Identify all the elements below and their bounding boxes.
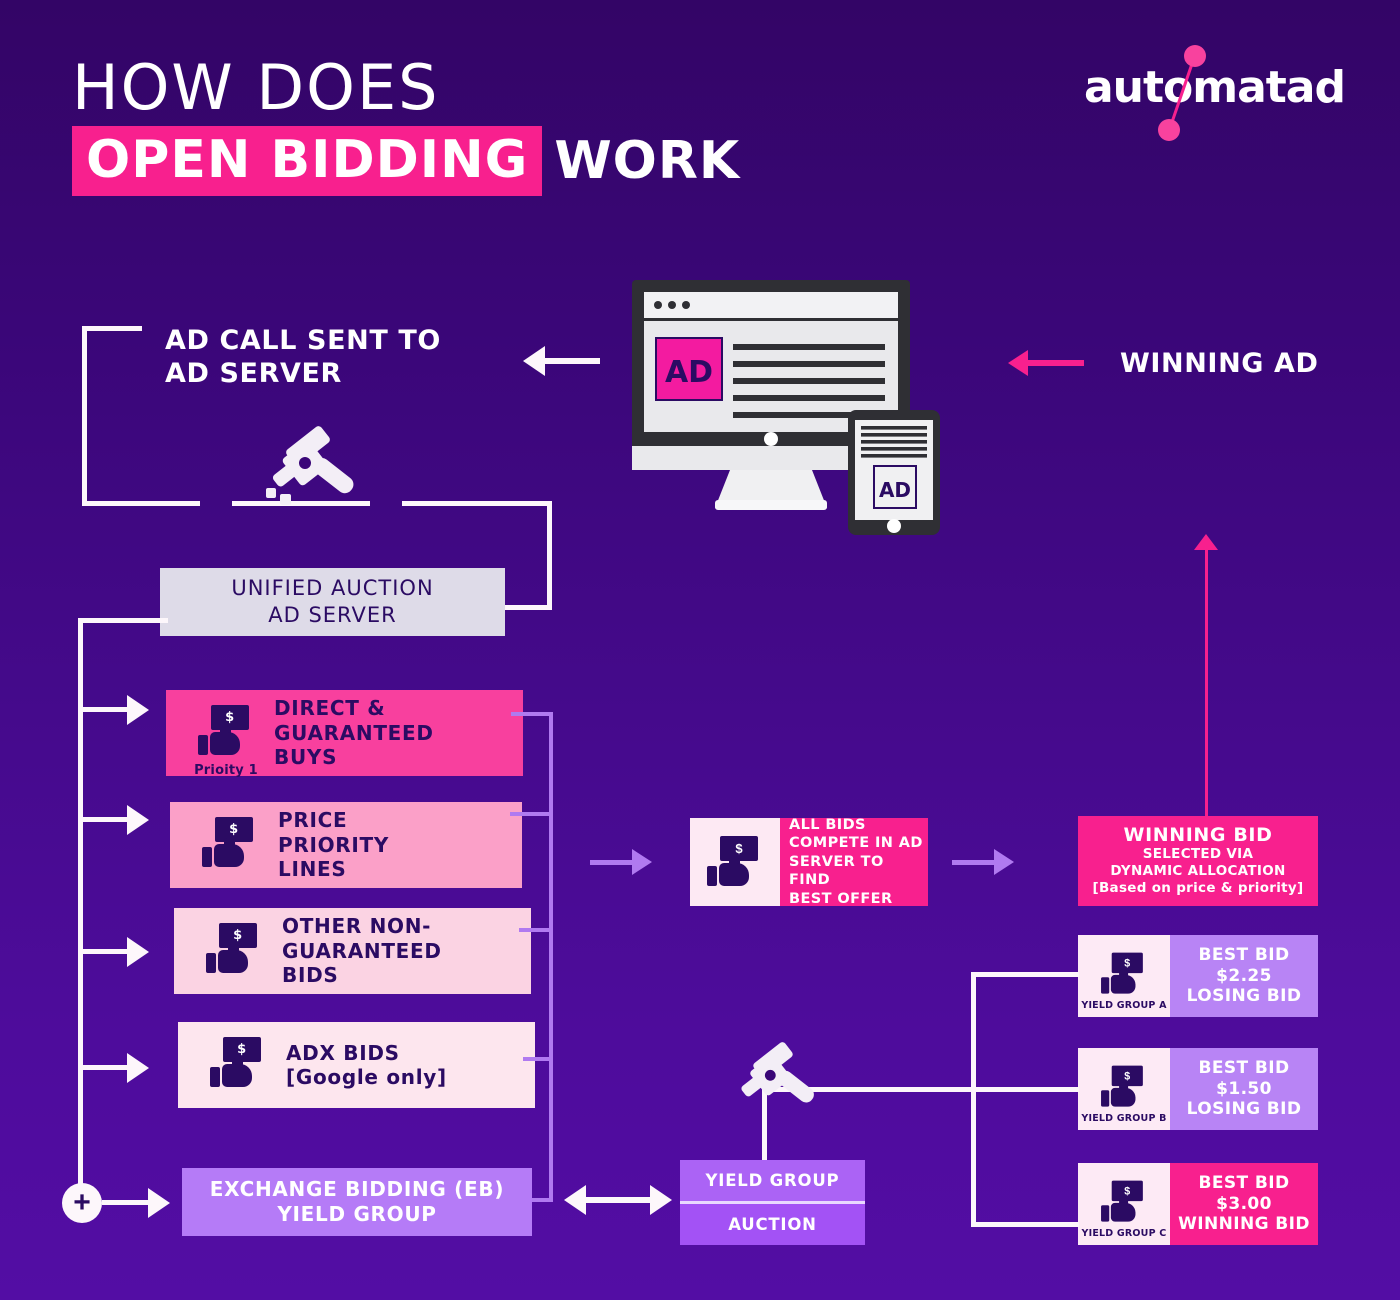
bus-top-horizontal — [78, 618, 168, 623]
infographic-canvas: HOW DOES OPEN BIDDING WORK automatad AD … — [0, 0, 1400, 1300]
compete-out-line — [952, 860, 996, 865]
money-hand-icon: $ YIELD GROUP A — [1078, 935, 1170, 1017]
all-bids-compete-box[interactable]: $ ALL BIDS COMPETE IN AD SERVER TO FIND … — [690, 817, 928, 907]
title-rest: WORK — [554, 131, 741, 192]
compete-in-line — [590, 860, 634, 865]
yield-group-label: YIELD GROUP A — [1081, 1000, 1167, 1011]
eb-line-1: EXCHANGE BIDDING (EB) — [209, 1177, 505, 1201]
branch-arrow-4 — [127, 1053, 149, 1083]
priority-box-adx-bids[interactable]: $ ADX BIDS [Google only] — [178, 1022, 535, 1108]
page-title: HOW DOES OPEN BIDDING WORK — [72, 51, 741, 197]
eb-line-2: YIELD GROUP — [277, 1202, 437, 1226]
title-highlight: OPEN BIDDING — [72, 126, 543, 197]
gavel-icon — [741, 1042, 814, 1103]
unified-auction-line-1: UNIFIED AUCTION — [231, 576, 434, 601]
plus-junction: + — [62, 1183, 102, 1223]
exchange-bidding-box[interactable]: EXCHANGE BIDDING (EB) YIELD GROUP — [182, 1168, 532, 1236]
yield-group-row-c[interactable]: $ YIELD GROUP C BEST BID $3.00 WINNING B… — [1078, 1163, 1318, 1245]
money-hand-icon: $ — [190, 1036, 286, 1094]
adcall-to-unified-vertical — [547, 501, 552, 609]
yield-group-result: BEST BID $2.25 LOSING BID — [1170, 935, 1318, 1017]
compete-out-arrow — [994, 849, 1014, 875]
ad-call-label: AD CALL SENT TO AD SERVER — [165, 325, 441, 389]
collector-stub-3 — [519, 928, 553, 932]
yg-stub-c — [971, 1222, 1079, 1227]
branch-arrow-3 — [127, 937, 149, 967]
priority-box-other-non-guaranteed-bids[interactable]: $ OTHER NON- GUARANTEED BIDS — [174, 908, 531, 994]
title-line-1: HOW DOES — [72, 51, 440, 124]
plus-to-eb-line — [102, 1200, 150, 1205]
yield-group-auction-subtitle: AUCTION — [680, 1201, 865, 1245]
yield-group-auction-box[interactable]: YIELD GROUP AUCTION — [680, 1160, 865, 1245]
yg-collector-vertical — [971, 972, 976, 1227]
branch-arrow-2 — [127, 805, 149, 835]
priority-box-label: OTHER NON- GUARANTEED BIDS — [282, 914, 442, 988]
collector-stub-2 — [510, 812, 553, 816]
eb-collector-tie — [549, 1198, 553, 1202]
branch-line-1 — [83, 707, 131, 712]
compete-box-label: ALL BIDS COMPETE IN AD SERVER TO FIND BE… — [780, 817, 928, 907]
collector-vertical — [549, 712, 553, 1202]
priority-sublabel: Prioity 1 — [194, 762, 258, 778]
compete-in-arrow — [632, 849, 652, 875]
money-hand-icon: $ YIELD GROUP C — [1078, 1163, 1170, 1245]
winning-ad-arrow-head — [1008, 350, 1028, 376]
svg-text:AD: AD — [665, 355, 713, 390]
winning-bid-line-3: DYNAMIC ALLOCATION — [1110, 863, 1286, 880]
yg-stub-a — [971, 972, 1079, 977]
eb-yg-arrow-left — [564, 1185, 586, 1215]
winning-ad-arrow-line — [1028, 360, 1084, 366]
money-hand-icon: $ — [690, 818, 780, 906]
winning-bid-line-4: [Based on price & priority] — [1092, 880, 1304, 897]
adcall-bracket-left — [82, 326, 87, 506]
adcall-bracket-bottom-3 — [402, 501, 552, 506]
money-hand-icon: $ — [186, 922, 282, 980]
winning-bid-title: WINNING BID — [1123, 824, 1273, 847]
svg-text:AD: AD — [879, 478, 911, 502]
yield-group-result: BEST BID $1.50 LOSING BID — [1170, 1048, 1318, 1130]
priority-box-label: ADX BIDS [Google only] — [286, 1040, 447, 1089]
winning-bid-line-2: SELECTED VIA — [1142, 846, 1254, 863]
adcall-bracket-top — [82, 326, 142, 331]
branch-arrow-1 — [127, 695, 149, 725]
money-hand-icon: $ YIELD GROUP B — [1078, 1048, 1170, 1130]
yield-group-auction-title: YIELD GROUP — [680, 1160, 865, 1201]
unified-auction-ad-server-box[interactable]: UNIFIED AUCTION AD SERVER — [160, 568, 505, 636]
priority-box-label: PRICE PRIORITY LINES — [278, 808, 390, 882]
gavel-icon — [266, 426, 354, 505]
money-hand-icon: $ Prioity 1 — [178, 704, 274, 778]
winning-ad-label: WINNING AD — [1120, 348, 1319, 379]
ad-call-arrow-head — [523, 346, 545, 376]
ad-call-arrow-line — [545, 358, 600, 364]
money-hand-icon: $ — [182, 816, 278, 874]
yg-stub-b — [971, 1087, 1079, 1092]
winning-bid-up-arrow-head — [1194, 534, 1218, 550]
unified-auction-line-2: AD SERVER — [268, 603, 397, 627]
yield-group-label: YIELD GROUP B — [1081, 1113, 1167, 1124]
yield-group-result: BEST BID $3.00 WINNING BID — [1170, 1163, 1318, 1245]
brand-logo: automatad — [1084, 45, 1346, 141]
winning-bid-up-line — [1205, 548, 1208, 818]
device-illustration: AD AD — [620, 272, 970, 542]
plus-to-eb-arrow — [148, 1188, 170, 1218]
priority-box-label: DIRECT & GUARANTEED BUYS — [274, 696, 434, 770]
collector-stub-1 — [511, 712, 553, 716]
yield-group-label: YIELD GROUP C — [1081, 1228, 1167, 1239]
branch-line-4 — [83, 1065, 131, 1070]
priority-box-direct-guaranteed-buys[interactable]: $ Prioity 1 DIRECT & GUARANTEED BUYS — [166, 690, 523, 778]
yield-group-row-a[interactable]: $ YIELD GROUP A BEST BID $2.25 LOSING BI… — [1078, 935, 1318, 1017]
adcall-bracket-bottom — [82, 501, 200, 506]
eb-yg-bidir-line — [586, 1197, 652, 1203]
eb-yg-arrow-right — [650, 1185, 672, 1215]
branch-line-2 — [83, 817, 131, 822]
priority-box-price-priority-lines[interactable]: $ PRICE PRIORITY LINES — [170, 802, 522, 888]
winning-bid-box[interactable]: WINNING BID SELECTED VIA DYNAMIC ALLOCAT… — [1078, 816, 1318, 906]
bus-vertical — [78, 618, 83, 1198]
yield-group-row-b[interactable]: $ YIELD GROUP B BEST BID $1.50 LOSING BI… — [1078, 1048, 1318, 1130]
branch-line-3 — [83, 949, 131, 954]
logo-dot-accent-icon — [1157, 45, 1206, 141]
